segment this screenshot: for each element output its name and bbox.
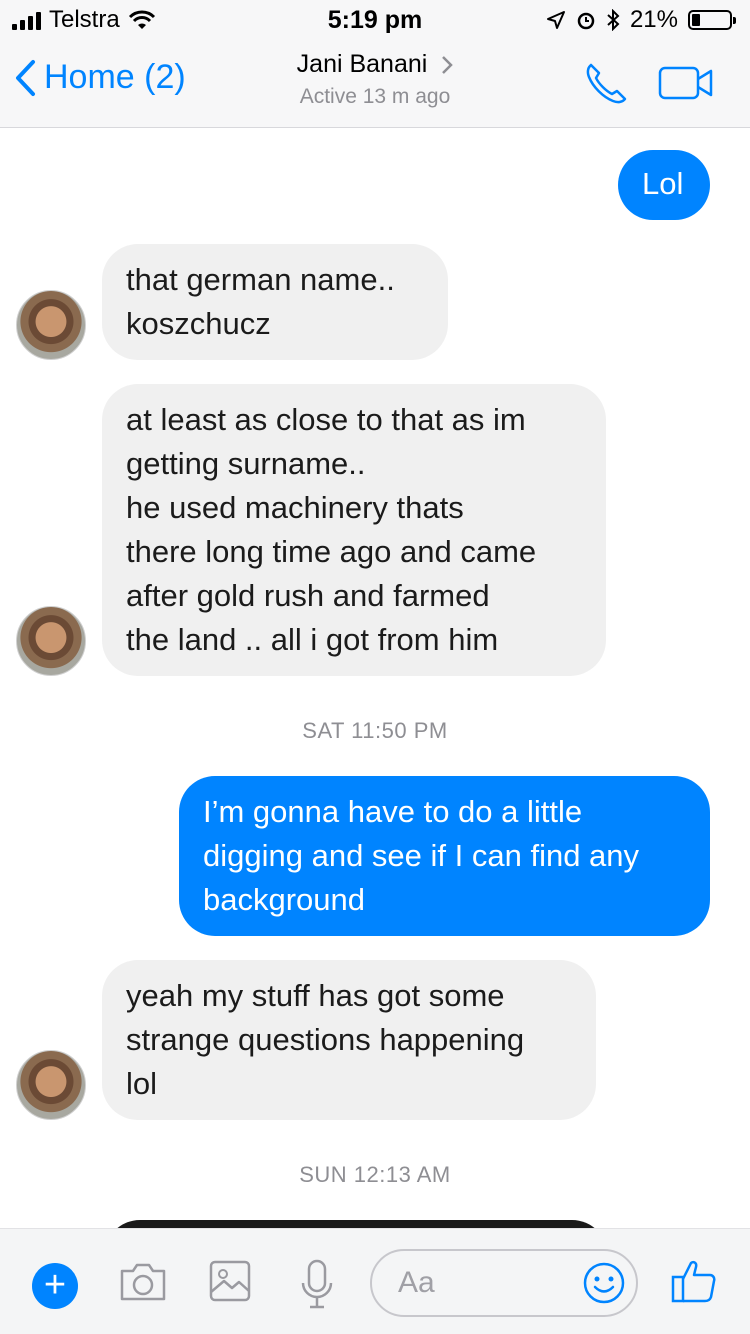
message-bubble-incoming[interactable]: yeah my stuff has got some strange quest… bbox=[102, 960, 596, 1120]
messenger-screen: Telstra 5:19 pm 21% Home (2) Jani Banani… bbox=[0, 0, 750, 1334]
like-button[interactable] bbox=[670, 1257, 718, 1310]
bluetooth-icon bbox=[607, 9, 620, 31]
camera-button[interactable] bbox=[118, 1259, 168, 1310]
camera-icon bbox=[120, 1263, 166, 1301]
message-timestamp: SAT 11:50 PM bbox=[302, 718, 448, 743]
conversation-header: Home (2) Jani Banani Active 13 m ago bbox=[0, 40, 750, 128]
contact-info[interactable]: Jani Banani Active 13 m ago bbox=[0, 50, 750, 109]
contact-avatar[interactable] bbox=[16, 606, 86, 676]
video-camera-icon bbox=[658, 66, 713, 100]
location-icon bbox=[546, 11, 565, 29]
message-input[interactable] bbox=[398, 1261, 568, 1305]
emoji-button[interactable] bbox=[582, 1261, 626, 1310]
voice-button[interactable] bbox=[300, 1259, 334, 1316]
microphone-icon bbox=[301, 1259, 333, 1309]
message-bubble-incoming[interactable]: that german name.. koszchucz bbox=[102, 244, 448, 360]
composer-bar: + bbox=[0, 1228, 750, 1334]
status-right: 21% bbox=[546, 6, 736, 34]
alarm-icon bbox=[577, 12, 595, 30]
message-input-container bbox=[370, 1249, 638, 1317]
contact-name: Jani Banani bbox=[296, 50, 428, 78]
chevron-right-icon bbox=[442, 55, 454, 74]
contact-avatar[interactable] bbox=[16, 290, 86, 360]
contact-status: Active 13 m ago bbox=[299, 85, 451, 108]
phone-icon bbox=[586, 63, 627, 104]
contact-avatar[interactable] bbox=[16, 1050, 86, 1120]
message-bubble-outgoing[interactable]: I’m gonna have to do a little digging an… bbox=[179, 776, 710, 936]
battery-percent: 21% bbox=[629, 6, 678, 33]
message-list[interactable]: Lol that german name.. koszchucz at leas… bbox=[0, 128, 750, 1260]
status-bar: Telstra 5:19 pm 21% bbox=[0, 0, 750, 40]
message-bubble-incoming[interactable]: at least as close to that as im getting … bbox=[102, 384, 606, 676]
audio-call-button[interactable] bbox=[582, 60, 630, 113]
more-actions-button[interactable]: + bbox=[32, 1263, 78, 1309]
message-bubble-outgoing[interactable]: Lol bbox=[618, 150, 710, 220]
thumbs-up-icon bbox=[671, 1260, 716, 1303]
message-timestamp: SUN 12:13 AM bbox=[299, 1162, 451, 1187]
plus-icon: + bbox=[43, 1264, 67, 1306]
gallery-icon bbox=[209, 1260, 251, 1302]
emoji-icon bbox=[583, 1262, 625, 1304]
video-call-button[interactable] bbox=[658, 66, 714, 105]
gallery-button[interactable] bbox=[208, 1259, 252, 1308]
battery-icon bbox=[688, 10, 736, 30]
